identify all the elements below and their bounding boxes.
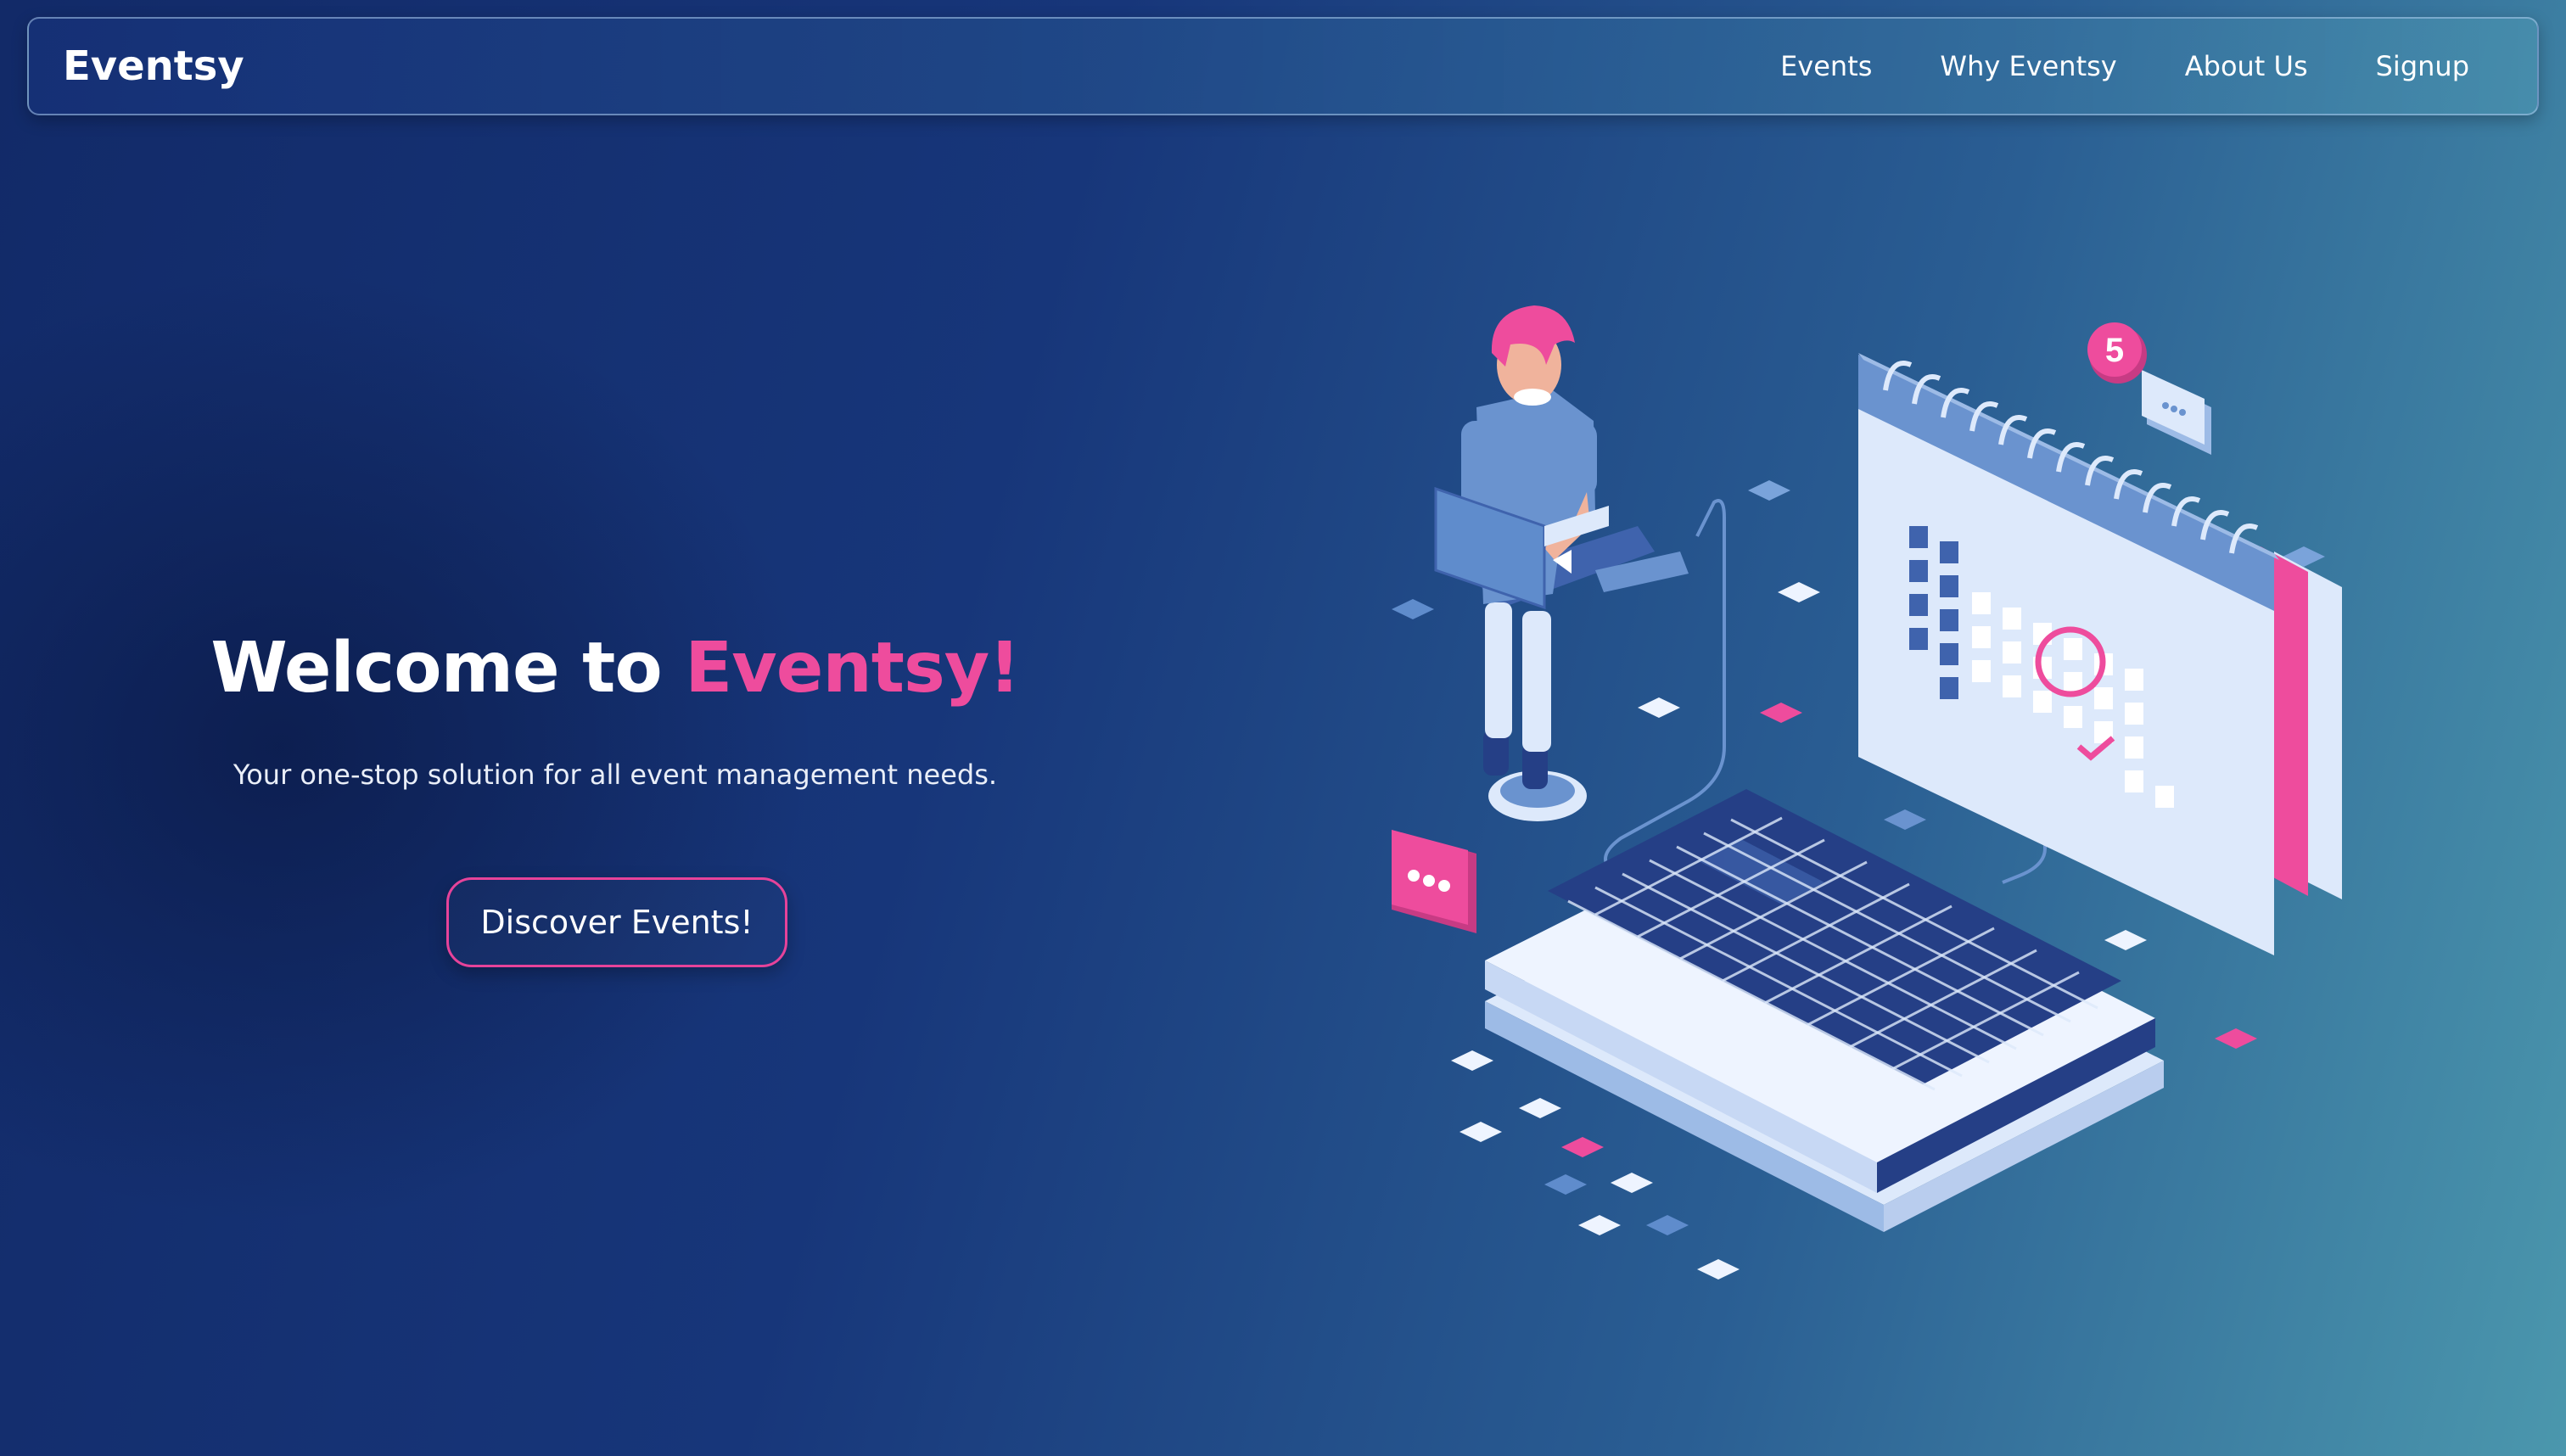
chat-bubble-icon (1392, 830, 1476, 933)
nav-link-signup[interactable]: Signup (2376, 50, 2469, 82)
navbar: Eventsy Events Why Eventsy About Us Sign… (27, 17, 2539, 115)
notification-count: 5 (2105, 332, 2124, 369)
hero-title-accent: Eventsy! (685, 628, 1020, 708)
nav-links: Events Why Eventsy About Us Signup (1780, 19, 2469, 114)
discover-events-button[interactable]: Discover Events! (446, 877, 787, 967)
nav-link-events[interactable]: Events (1780, 50, 1872, 82)
nav-link-why-eventsy[interactable]: Why Eventsy (1940, 50, 2116, 82)
hero-subtitle: Your one-stop solution for all event man… (233, 759, 998, 791)
notification-badge: 5 (2087, 322, 2211, 455)
hero-illustration: 5 (1392, 305, 2342, 1280)
nav-link-about-us[interactable]: About Us (2185, 50, 2308, 82)
hero-title-prefix: Welcome to (210, 628, 686, 708)
calendar (1858, 353, 2342, 955)
laptop-keyboard (1485, 789, 2164, 1232)
hero-title: Welcome to Eventsy! (204, 628, 1027, 708)
brand-logo[interactable]: Eventsy (63, 19, 244, 114)
